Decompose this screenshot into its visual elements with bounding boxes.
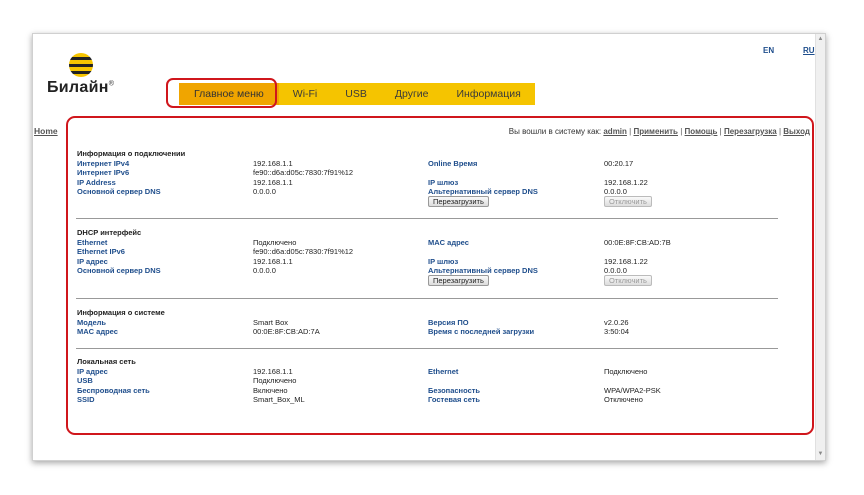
wireless-label: Беспроводная сеть — [77, 386, 150, 395]
logout-link[interactable]: Выход — [783, 127, 810, 136]
alt-dns-value: 0.0.0.0 — [604, 187, 627, 196]
router-web-page: ▲ ▼ Билайн® EN RU Главное меню Wi-Fi USB… — [32, 33, 826, 461]
section-divider — [76, 298, 778, 299]
ipv4-label: Интернет IPv4 — [77, 159, 130, 168]
ssid-value: Smart_Box_ML — [253, 395, 305, 404]
ip-address-value: 192.168.1.1 — [253, 257, 293, 266]
section-divider — [76, 348, 778, 349]
ip-address-value: 192.168.1.1 — [253, 178, 293, 187]
scroll-down-icon[interactable]: ▼ — [817, 451, 824, 458]
ssid-label: SSID — [77, 395, 95, 404]
separator: | — [719, 127, 722, 136]
ethernet-label: Ethernet — [77, 238, 108, 247]
online-time-value: 00:20.17 — [604, 159, 634, 168]
logged-in-prefix: Вы вошли в систему как: — [508, 127, 602, 136]
section-title: Информация о подключении — [77, 149, 186, 158]
user-link[interactable]: admin — [603, 127, 627, 136]
ipv6-label: Интернет IPv6 — [77, 168, 130, 177]
security-value: WPA/WPA2-PSK — [604, 386, 661, 395]
help-link[interactable]: Помощь — [685, 127, 718, 136]
ethernet-label: Ethernet — [428, 367, 459, 376]
gateway-label: IP шлюз — [428, 257, 459, 266]
ip-address-value: 192.168.1.1 — [253, 367, 293, 376]
mac-address-label: MAC адрес — [428, 238, 469, 247]
menu-highlight-frame — [166, 78, 277, 108]
vertical-scrollbar[interactable]: ▲ ▼ — [815, 34, 825, 460]
primary-dns-label: Основной сервер DNS — [77, 266, 161, 275]
section-title: Информация о системе — [77, 308, 165, 317]
mac-address-value: 00:0E:8F:CB:AD:7B — [604, 238, 671, 247]
uptime-label: Время с последней загрузки — [428, 327, 535, 336]
usb-value: Подключено — [253, 376, 297, 385]
alt-dns-value: 0.0.0.0 — [604, 266, 627, 275]
disconnect-dhcp-button[interactable]: Отключить — [604, 275, 652, 286]
language-en-link[interactable]: EN — [763, 46, 774, 55]
menu-item-info[interactable]: Информация — [443, 83, 535, 105]
gateway-value: 192.168.1.22 — [604, 257, 648, 266]
primary-dns-label: Основной сервер DNS — [77, 187, 161, 196]
home-link[interactable]: Home — [34, 126, 58, 136]
scroll-up-icon[interactable]: ▲ — [817, 36, 824, 43]
uptime-value: 3:50:04 — [604, 327, 630, 336]
reboot-link[interactable]: Перезагрузка — [724, 127, 777, 136]
beeline-logo: Билайн® — [47, 51, 117, 101]
model-label: Модель — [77, 318, 107, 327]
primary-dns-value: 0.0.0.0 — [253, 266, 276, 275]
online-time-label: Online Время — [428, 159, 478, 168]
ip-address-label: IP Address — [77, 178, 116, 187]
guest-network-label: Гостевая сеть — [428, 395, 481, 404]
gateway-value: 192.168.1.22 — [604, 178, 648, 187]
ip-address-label: IP адрес — [77, 257, 108, 266]
mac-address-value: 00:0E:8F:CB:AD:7A — [253, 327, 320, 336]
primary-dns-value: 0.0.0.0 — [253, 187, 276, 196]
apply-link[interactable]: Применить — [633, 127, 678, 136]
menu-item-usb[interactable]: USB — [331, 83, 381, 105]
section-divider — [76, 218, 778, 219]
security-label: Безопасность — [428, 386, 481, 395]
separator: | — [680, 127, 683, 136]
restart-dhcp-button[interactable]: Перезагрузить — [428, 275, 489, 286]
ethernet-value: Подключено — [253, 238, 297, 247]
restart-connection-button[interactable]: Перезагрузить — [428, 196, 489, 207]
mac-address-label: MAC адрес — [77, 327, 118, 336]
guest-network-value: Отключено — [604, 395, 643, 404]
separator: | — [629, 127, 632, 136]
gateway-label: IP шлюз — [428, 178, 459, 187]
ipv6-value: fe90::d6a:d05c:7830:7f91%12 — [253, 168, 354, 177]
usb-label: USB — [77, 376, 93, 385]
ethernet-ipv6-value: fe90::d6a:d05c:7830:7f91%12 — [253, 247, 354, 256]
session-bar: Вы вошли в систему как: admin | Применит… — [509, 127, 810, 136]
alt-dns-label: Альтернативный сервер DNS — [428, 266, 538, 275]
menu-item-other[interactable]: Другие — [381, 83, 443, 105]
section-title: DHCP интерфейс — [77, 228, 142, 237]
firmware-version-value: v2.0.26 — [604, 318, 629, 327]
brand-name: Билайн® — [47, 79, 115, 96]
firmware-version-label: Версия ПО — [428, 318, 469, 327]
wireless-value: Включено — [253, 386, 288, 395]
ethernet-ipv6-label: Ethernet IPv6 — [77, 247, 125, 256]
language-ru-link[interactable]: RU — [803, 46, 815, 55]
section-title: Локальная сеть — [77, 357, 136, 366]
disconnect-button[interactable]: Отключить — [604, 196, 652, 207]
alt-dns-label: Альтернативный сервер DNS — [428, 187, 538, 196]
ip-address-label: IP адрес — [77, 367, 108, 376]
ipv4-value: 192.168.1.1 — [253, 159, 293, 168]
separator: | — [778, 127, 782, 136]
beeline-logo-icon — [69, 53, 93, 77]
model-value: Smart Box — [253, 318, 289, 327]
ethernet-value: Подключено — [604, 367, 648, 376]
menu-item-wifi[interactable]: Wi-Fi — [279, 83, 332, 105]
